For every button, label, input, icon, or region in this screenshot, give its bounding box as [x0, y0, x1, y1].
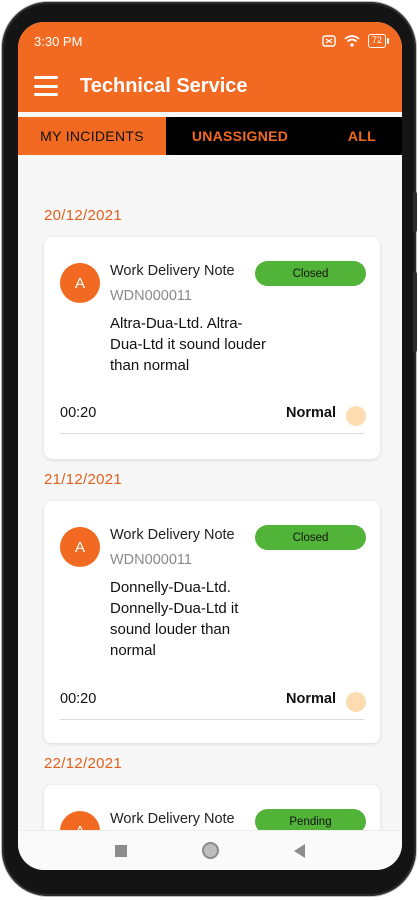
status-badge: Closed — [255, 261, 366, 286]
priority-indicator — [346, 406, 366, 426]
incident-id: WDN000011 — [110, 288, 192, 304]
avatar: A — [60, 811, 100, 830]
incident-duration: 00:20 — [60, 405, 97, 421]
status-icons: 72 — [322, 34, 390, 48]
status-time: 3:30 PM — [34, 33, 83, 49]
back-icon[interactable] — [293, 843, 305, 858]
incident-title: Work Delivery Note — [110, 263, 235, 279]
tab-my-incidents[interactable]: MY INCIDENTS — [18, 117, 166, 155]
priority-label: Normal — [286, 405, 336, 421]
phone-frame: 3:30 PM 72 Technical Service MY INCIDENT… — [2, 2, 417, 896]
incident-description: Altra-Dua-Ltd. Altra-Dua-Ltd it sound lo… — [110, 315, 266, 374]
date-header: 22/12/2021 — [44, 755, 123, 772]
tab-all[interactable]: ALL — [314, 117, 402, 155]
status-badge: Pending — [255, 809, 366, 830]
incident-id: WDN000011 — [110, 552, 192, 568]
incident-list[interactable]: 20/12/2021 A Work Delivery Note Closed W… — [18, 155, 402, 830]
notification-icon — [322, 35, 336, 47]
date-header: 21/12/2021 — [44, 471, 123, 488]
screen: 3:30 PM 72 Technical Service MY INCIDENT… — [18, 22, 402, 870]
tab-bar: MY INCIDENTS UNASSIGNED ALL — [18, 117, 402, 155]
priority-indicator — [346, 692, 366, 712]
power-button — [413, 272, 417, 352]
date-header: 20/12/2021 — [44, 207, 123, 224]
incident-card[interactable]: A Work Delivery Note Closed WDN000011 Do… — [44, 501, 380, 743]
divider — [60, 433, 364, 434]
priority-label: Normal — [286, 691, 336, 707]
incident-card[interactable]: A Work Delivery Note Closed WDN000011 Al… — [44, 237, 380, 459]
menu-icon[interactable] — [34, 76, 58, 96]
incident-title: Work Delivery Note — [110, 811, 235, 827]
divider — [60, 719, 364, 720]
incident-card[interactable]: A Work Delivery Note Pending WDN000011 — [44, 785, 380, 830]
status-badge: Closed — [255, 525, 366, 550]
incident-duration: 00:20 — [60, 691, 97, 707]
avatar: A — [60, 527, 100, 567]
home-icon[interactable] — [201, 842, 219, 859]
battery-icon: 72 — [367, 34, 390, 48]
system-nav-bar — [18, 830, 402, 870]
recent-apps-icon[interactable] — [115, 844, 128, 857]
tab-unassigned[interactable]: UNASSIGNED — [166, 117, 314, 155]
avatar: A — [60, 263, 100, 303]
incident-title: Work Delivery Note — [110, 527, 235, 543]
page-title: Technical Service — [80, 74, 248, 97]
wifi-icon — [344, 35, 360, 47]
volume-button — [413, 192, 417, 232]
incident-description: Donnelly-Dua-Ltd. Donnelly-Dua-Ltd it so… — [110, 579, 239, 659]
app-bar: Technical Service — [18, 60, 402, 112]
status-bar: 3:30 PM 72 — [18, 22, 402, 60]
